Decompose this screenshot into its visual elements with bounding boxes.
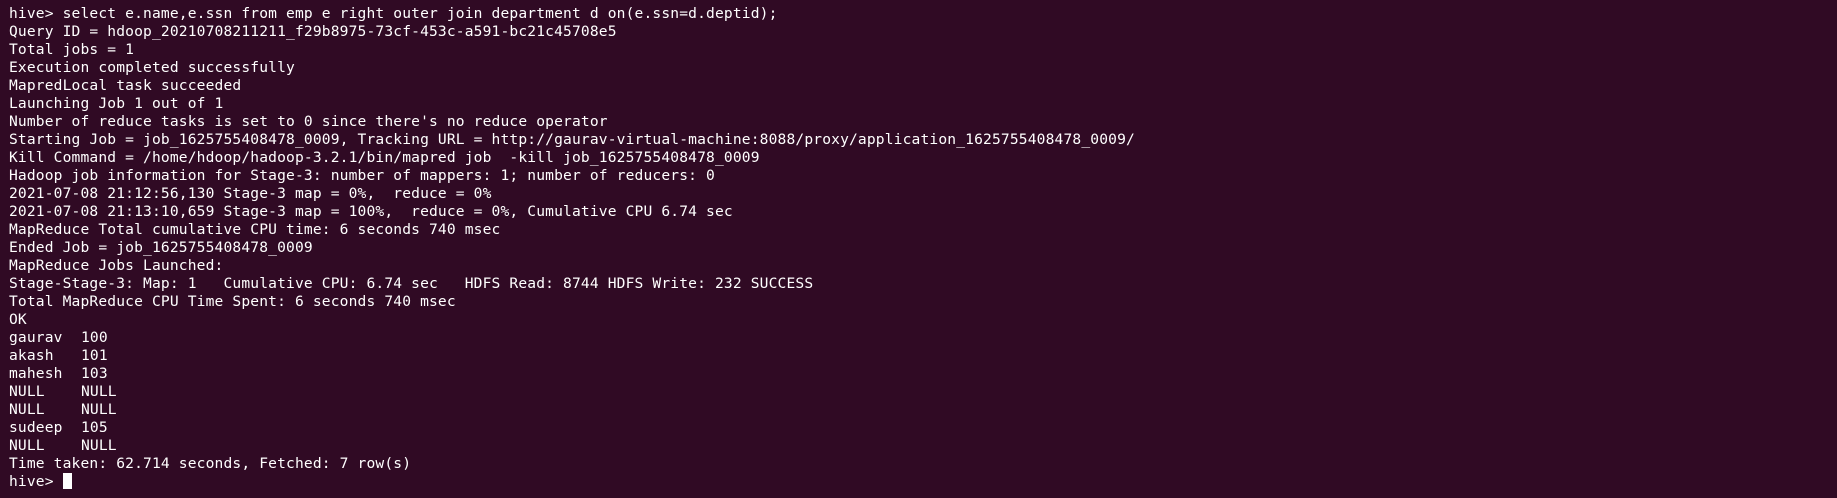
cell-name: sudeep [9,419,63,436]
cell-name: mahesh [9,365,63,382]
table-row: akash 101 [9,347,1135,365]
table-row: sudeep 105 [9,419,1135,437]
cell-ssn: 100 [81,329,108,346]
table-row: NULL NULL [9,401,1135,419]
output-line: Query ID = hdoop_20210708211211_f29b8975… [9,23,617,40]
output-line: Kill Command = /home/hdoop/hadoop-3.2.1/… [9,149,760,166]
output-line: Ended Job = job_1625755408478_0009 [9,239,313,256]
cell-name: NULL [9,383,45,400]
cell-name: akash [9,347,54,364]
terminal-output: hive> select e.name,e.ssn from emp e rig… [9,5,1135,491]
table-row: NULL NULL [9,437,1135,455]
output-line: Number of reduce tasks is set to 0 since… [9,113,608,130]
cell-ssn: NULL [81,437,117,454]
cell-ssn: 101 [81,347,108,364]
output-line: OK [9,311,27,328]
text-cursor [62,473,72,489]
output-line: Total MapReduce CPU Time Spent: 6 second… [9,293,456,310]
output-line: Launching Job 1 out of 1 [9,95,224,112]
cell-ssn: 105 [81,419,108,436]
cell-ssn: NULL [81,383,117,400]
prompt-label: hive> [9,473,63,490]
output-line: 2021-07-08 21:12:56,130 Stage-3 map = 0%… [9,185,492,202]
output-line: MapReduce Total cumulative CPU time: 6 s… [9,221,501,238]
output-log: hive> select e.name,e.ssn from emp e rig… [9,5,1135,329]
command-prompt-line[interactable]: hive> [9,473,1135,491]
output-line: 2021-07-08 21:13:10,659 Stage-3 map = 10… [9,203,733,220]
output-line: Total jobs = 1 [9,41,135,58]
output-line: Stage-Stage-3: Map: 1 Cumulative CPU: 6.… [9,275,814,292]
cell-ssn: NULL [81,401,117,418]
query-summary-line: Time taken: 62.714 seconds, Fetched: 7 r… [9,455,412,472]
output-line: Hadoop job information for Stage-3: numb… [9,167,715,184]
cell-ssn: 103 [81,365,108,382]
terminal-window[interactable]: hive> select e.name,e.ssn from emp e rig… [0,0,1837,498]
command-line: hive> select e.name,e.ssn from emp e rig… [9,5,778,22]
table-row: gaurav 100 [9,329,1135,347]
table-row: NULL NULL [9,383,1135,401]
table-row: mahesh 103 [9,365,1135,383]
output-line: Execution completed successfully [9,59,295,76]
output-line: MapReduce Jobs Launched: [9,257,224,274]
cell-name: gaurav [9,329,63,346]
output-line: MapredLocal task succeeded [9,77,242,94]
cell-name: NULL [9,401,45,418]
query-result-table: gaurav 100 akash 101 mahesh 103 NULL NULL NULL NU… [9,329,1135,455]
output-line: Starting Job = job_1625755408478_0009, T… [9,131,1135,148]
cell-name: NULL [9,437,45,454]
